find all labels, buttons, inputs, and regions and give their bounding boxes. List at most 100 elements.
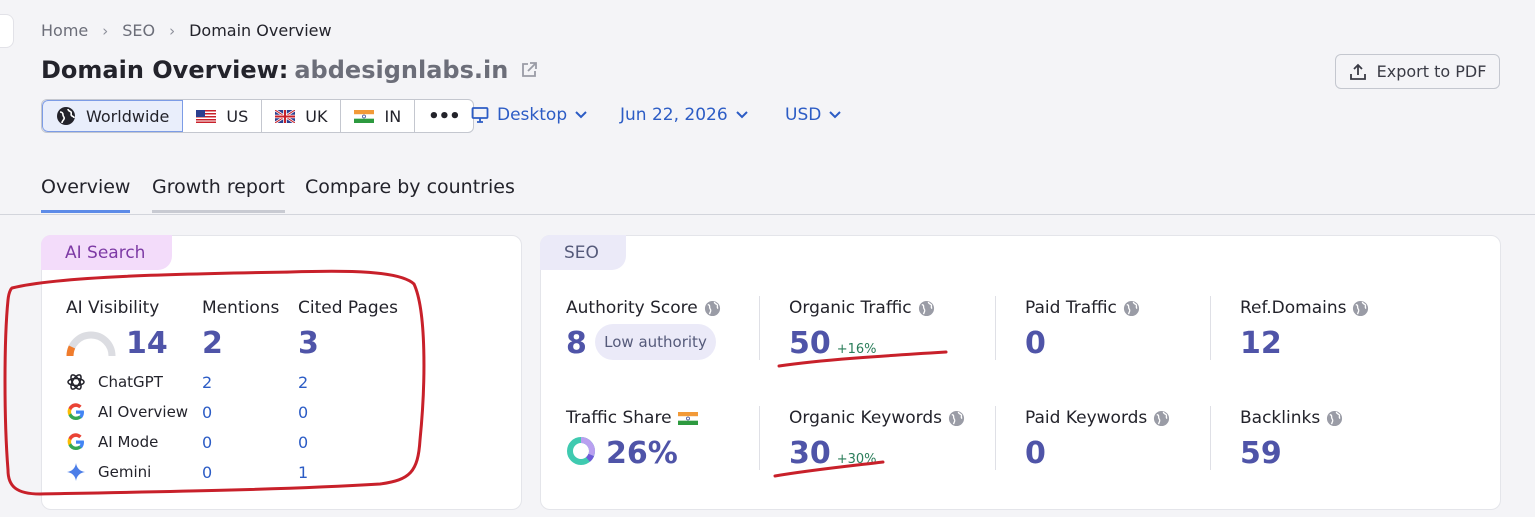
ai-search-pill: AI Search bbox=[41, 235, 172, 270]
source-ai-mode: AI Mode bbox=[66, 432, 158, 452]
date-label: Jun 22, 2026 bbox=[620, 105, 728, 125]
tab-growth-report[interactable]: Growth report bbox=[152, 176, 285, 213]
db-more-button[interactable]: ••• bbox=[415, 100, 473, 132]
breadcrumb-seo[interactable]: SEO bbox=[122, 21, 155, 40]
globe-icon[interactable] bbox=[918, 300, 935, 317]
page-title-prefix: Domain Overview: bbox=[41, 56, 289, 84]
globe-icon[interactable] bbox=[1123, 300, 1140, 317]
db-uk-label: UK bbox=[305, 106, 328, 126]
google-icon bbox=[67, 433, 84, 451]
currency-selector[interactable]: USD bbox=[785, 105, 842, 125]
organic-keywords-label: Organic Keywords bbox=[789, 408, 942, 428]
paid-traffic-metric: Paid Traffic bbox=[1025, 298, 1140, 318]
chatgpt-mentions[interactable]: 2 bbox=[202, 373, 212, 392]
chatgpt-icon bbox=[67, 374, 85, 390]
organic-keywords-metric: Organic Keywords bbox=[789, 408, 965, 428]
tab-compare-by-countries[interactable]: Compare by countries bbox=[305, 176, 515, 210]
mentions-label: Mentions bbox=[202, 298, 280, 318]
organic-traffic-value-group: 50 +16% bbox=[789, 326, 877, 361]
divider bbox=[1210, 296, 1211, 360]
organic-keywords-delta: +30% bbox=[836, 452, 877, 467]
device-selector[interactable]: Desktop bbox=[471, 105, 587, 125]
source-name: ChatGPT bbox=[98, 373, 163, 391]
chatgpt-cited[interactable]: 2 bbox=[298, 373, 308, 392]
page-title-domain[interactable]: abdesignlabs.in bbox=[294, 56, 508, 84]
breadcrumb-current: Domain Overview bbox=[189, 21, 332, 40]
authority-score-value[interactable]: 8 bbox=[566, 326, 587, 361]
divider bbox=[759, 406, 760, 470]
gemini-mentions[interactable]: 0 bbox=[202, 463, 212, 482]
organic-traffic-metric: Organic Traffic bbox=[789, 298, 935, 318]
db-us[interactable]: US bbox=[183, 100, 263, 132]
breadcrumb: Home › SEO › Domain Overview bbox=[41, 21, 332, 40]
authority-score-metric: Authority Score bbox=[566, 298, 721, 318]
globe-icon[interactable] bbox=[948, 410, 965, 427]
globe-icon bbox=[57, 107, 75, 125]
paid-traffic-value[interactable]: 0 bbox=[1025, 326, 1046, 361]
chevron-down-icon bbox=[829, 111, 842, 119]
cited-pages-label: Cited Pages bbox=[298, 298, 398, 318]
report-tabs: Overview Growth report Compare by countr… bbox=[0, 176, 1535, 215]
ref-domains-value[interactable]: 12 bbox=[1240, 326, 1282, 361]
desktop-icon bbox=[471, 107, 489, 123]
ai-search-card: AI Search AI Visibility Mentions Cited P… bbox=[41, 235, 522, 510]
db-uk[interactable]: UK bbox=[262, 100, 342, 132]
seo-pill: SEO bbox=[540, 235, 626, 270]
ai-mode-mentions[interactable]: 0 bbox=[202, 433, 212, 452]
ai-mode-cited[interactable]: 0 bbox=[298, 433, 308, 452]
globe-icon[interactable] bbox=[1352, 300, 1369, 317]
external-link-icon[interactable] bbox=[520, 61, 538, 79]
collapsed-sidebar-tab[interactable] bbox=[0, 14, 14, 48]
chevron-right-icon: › bbox=[169, 21, 176, 40]
divider bbox=[1210, 406, 1211, 470]
low-authority-badge: Low authority bbox=[595, 324, 716, 360]
paid-traffic-label: Paid Traffic bbox=[1025, 298, 1117, 318]
db-worldwide-label: Worldwide bbox=[86, 106, 170, 126]
export-pdf-button[interactable]: Export to PDF bbox=[1335, 54, 1500, 89]
gemini-cited[interactable]: 1 bbox=[298, 463, 308, 482]
authority-score-label: Authority Score bbox=[566, 298, 698, 318]
export-pdf-label: Export to PDF bbox=[1376, 62, 1487, 81]
ai-overview-cited[interactable]: 0 bbox=[298, 403, 308, 422]
source-name: AI Overview bbox=[98, 403, 189, 421]
uk-flag-icon bbox=[275, 109, 296, 123]
organic-traffic-value[interactable]: 50 bbox=[789, 326, 831, 361]
chevron-down-icon bbox=[735, 111, 748, 119]
traffic-share-value[interactable]: 26% bbox=[606, 436, 678, 471]
organic-keywords-value[interactable]: 30 bbox=[789, 436, 831, 471]
globe-icon[interactable] bbox=[1326, 410, 1343, 427]
db-worldwide[interactable]: Worldwide bbox=[42, 100, 184, 132]
db-in[interactable]: IN bbox=[341, 100, 416, 132]
visibility-gauge bbox=[66, 331, 116, 357]
source-name: Gemini bbox=[98, 463, 152, 481]
page-title: Domain Overview: abdesignlabs.in bbox=[41, 56, 538, 84]
globe-icon[interactable] bbox=[1153, 410, 1170, 427]
globe-icon[interactable] bbox=[704, 300, 721, 317]
more-icon: ••• bbox=[428, 105, 461, 127]
currency-label: USD bbox=[785, 105, 822, 125]
ai-overview-mentions[interactable]: 0 bbox=[202, 403, 212, 422]
database-selector: Worldwide US UK IN ••• bbox=[41, 99, 474, 133]
device-label: Desktop bbox=[497, 105, 568, 125]
india-flag-icon bbox=[354, 109, 375, 123]
breadcrumb-home[interactable]: Home bbox=[41, 21, 88, 40]
paid-keywords-metric: Paid Keywords bbox=[1025, 408, 1170, 428]
backlinks-value[interactable]: 59 bbox=[1240, 436, 1282, 471]
date-selector[interactable]: Jun 22, 2026 bbox=[620, 105, 748, 125]
organic-traffic-delta: +16% bbox=[836, 342, 877, 357]
db-in-label: IN bbox=[384, 106, 402, 126]
seo-card: SEO Authority Score 8 Organic Traffic 50… bbox=[540, 235, 1501, 510]
cited-pages-value[interactable]: 3 bbox=[298, 326, 319, 361]
ai-visibility-value[interactable]: 14 bbox=[126, 326, 168, 361]
db-us-label: US bbox=[226, 106, 249, 126]
ai-visibility-label: AI Visibility bbox=[66, 298, 160, 318]
chevron-down-icon bbox=[575, 111, 587, 119]
us-flag-icon bbox=[196, 109, 217, 123]
mentions-value[interactable]: 2 bbox=[202, 326, 223, 361]
gemini-icon bbox=[67, 463, 85, 481]
export-icon bbox=[1349, 63, 1366, 80]
paid-keywords-value[interactable]: 0 bbox=[1025, 436, 1046, 471]
organic-traffic-label: Organic Traffic bbox=[789, 298, 912, 318]
tab-overview[interactable]: Overview bbox=[41, 176, 131, 213]
paid-keywords-label: Paid Keywords bbox=[1025, 408, 1148, 428]
